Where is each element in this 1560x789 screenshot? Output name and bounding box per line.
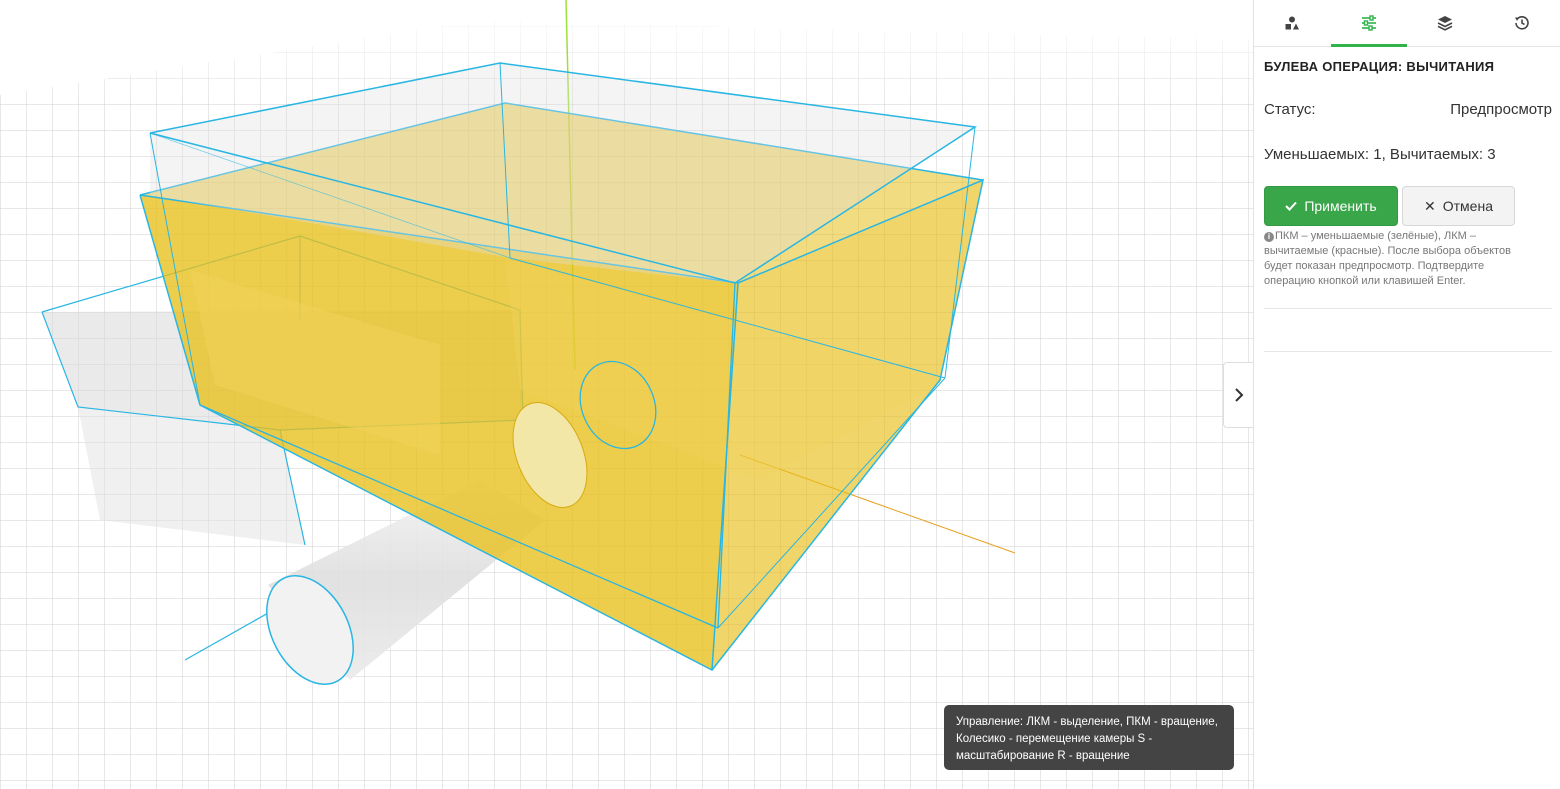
operand-counts: Уменьшаемых: 1, Вычитаемых: 3 bbox=[1264, 146, 1496, 163]
cancel-button[interactable]: ✕ Отмена bbox=[1402, 186, 1515, 226]
info-icon: i bbox=[1264, 232, 1274, 242]
divider bbox=[1264, 351, 1552, 352]
close-icon: ✕ bbox=[1424, 197, 1436, 214]
tab-shapes[interactable] bbox=[1254, 0, 1331, 46]
apply-button[interactable]: Применить bbox=[1264, 186, 1398, 226]
cancel-button-label: Отмена bbox=[1442, 198, 1493, 214]
properties-panel: БУЛЕВА ОПЕРАЦИЯ: ВЫЧИТАНИЯ Статус: Предп… bbox=[1253, 0, 1560, 789]
check-icon bbox=[1285, 201, 1298, 211]
controls-tooltip-text: Управление: ЛКМ - выделение, ПКМ - враще… bbox=[956, 716, 1218, 762]
panel-tabs bbox=[1254, 0, 1560, 47]
hint-text: ПКМ – уменьшаемые (зелёные), ЛКМ – вычит… bbox=[1264, 230, 1511, 287]
status-label: Статус: bbox=[1264, 101, 1316, 118]
history-icon bbox=[1514, 16, 1529, 30]
3d-viewport[interactable] bbox=[0, 0, 1253, 789]
apply-button-label: Применить bbox=[1304, 198, 1377, 214]
shapes-icon bbox=[1285, 16, 1300, 30]
status-row: Статус: Предпросмотр bbox=[1264, 101, 1552, 118]
operation-hint: i ПКМ – уменьшаемые (зелёные), ЛКМ – вычи… bbox=[1264, 229, 1534, 289]
tab-history[interactable] bbox=[1484, 0, 1560, 46]
divider bbox=[1264, 308, 1552, 309]
tab-layers[interactable] bbox=[1407, 0, 1484, 46]
tab-parameters[interactable] bbox=[1330, 0, 1408, 47]
scene-canvas[interactable] bbox=[0, 0, 1253, 789]
controls-tooltip: Управление: ЛКМ - выделение, ПКМ - враще… bbox=[944, 705, 1234, 770]
chevron-right-icon bbox=[1234, 388, 1243, 402]
sliders-icon bbox=[1361, 15, 1376, 31]
panel-title: БУЛЕВА ОПЕРАЦИЯ: ВЫЧИТАНИЯ bbox=[1264, 59, 1495, 74]
status-value: Предпросмотр bbox=[1450, 101, 1552, 118]
panel-collapse-button[interactable] bbox=[1223, 362, 1253, 428]
layers-icon bbox=[1437, 16, 1453, 31]
